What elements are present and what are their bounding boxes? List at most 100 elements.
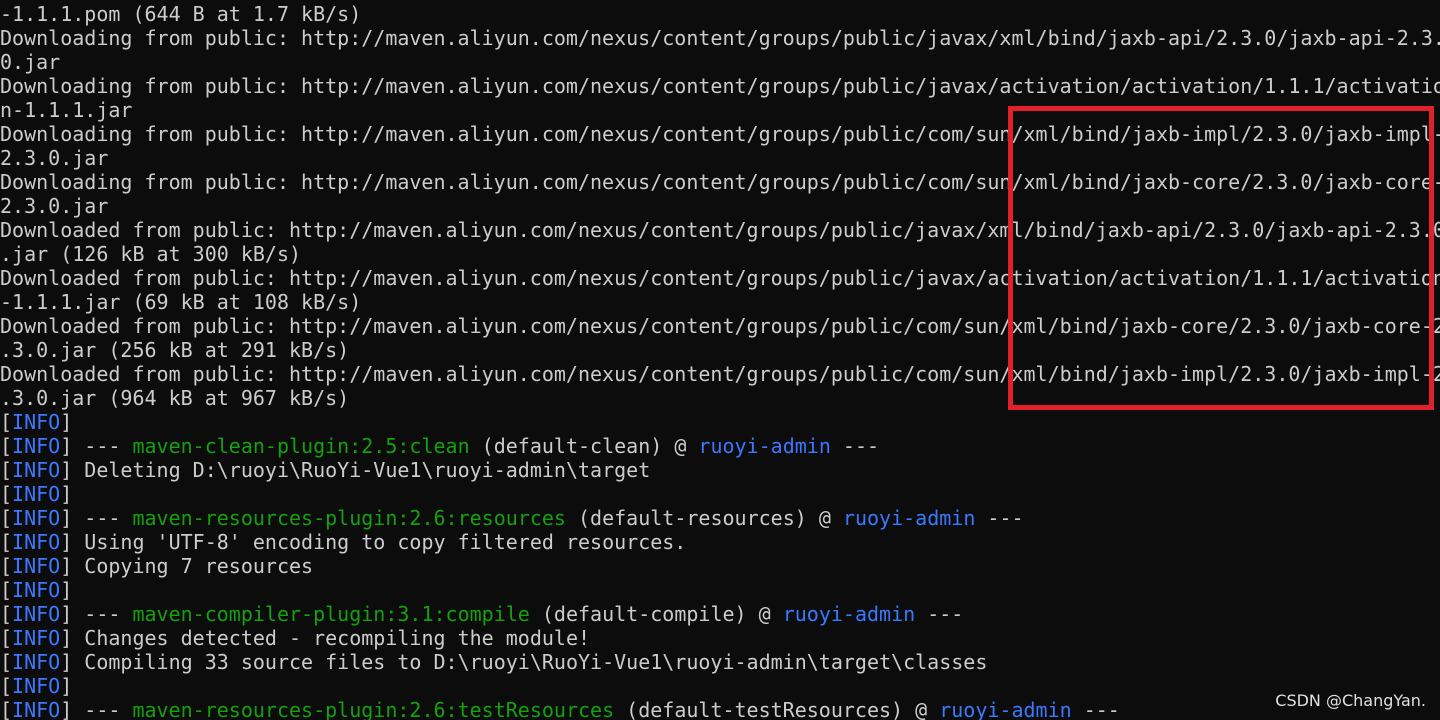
terminal-text: ] Changes detected - recompiling the mod… [60,626,591,650]
terminal-text: --- [975,506,1024,530]
terminal-text: ] --- [60,698,133,720]
terminal-line: [INFO] --- maven-clean-plugin:2.5:clean … [0,434,879,458]
terminal-line: [INFO] Copying 7 resources [0,554,313,578]
info-tag: INFO [12,650,61,674]
terminal-text: n-1.1.1.jar [0,98,133,122]
terminal-text: 0.jar [0,50,61,74]
terminal-text: Downloading from public: http://maven.al… [0,122,1440,146]
terminal-text: [ [0,650,13,674]
terminal-text: ] Copying 7 resources [60,554,314,578]
terminal-text: ] --- [60,434,133,458]
terminal-text: [ [0,434,13,458]
info-tag: INFO [12,554,61,578]
terminal-text: ] Compiling 33 source files to D:\ruoyi\… [60,650,988,674]
terminal-line: [INFO] --- maven-compiler-plugin:3.1:com… [0,602,963,626]
terminal-text: [ [0,674,13,698]
terminal-line: [INFO] Deleting D:\ruoyi\RuoYi-Vue1\ruoy… [0,458,650,482]
terminal-text: .3.0.jar (256 kB at 291 kB/s) [0,338,350,362]
artifact-name: ruoyi-admin [939,698,1072,720]
plugin-name: maven-compiler-plugin:3.1:compile [132,602,530,626]
terminal-text: Downloaded from public: http://maven.ali… [0,362,1440,386]
terminal-text: 2.3.0.jar [0,146,109,170]
terminal-text: ] [60,674,73,698]
terminal-text: --- [915,602,964,626]
terminal-text: [ [0,530,13,554]
info-tag: INFO [12,506,61,530]
info-tag: INFO [12,674,61,698]
terminal-text: (default-compile) @ [529,602,783,626]
terminal-line: 0.jar [0,50,60,74]
plugin-name: maven-resources-plugin:2.6:testResources [132,698,615,720]
info-tag: INFO [12,578,61,602]
terminal-line: [INFO] Using 'UTF-8' encoding to copy fi… [0,530,686,554]
terminal-line: Downloading from public: http://maven.al… [0,74,1440,98]
terminal-text: ] [60,578,73,602]
info-tag: INFO [12,482,61,506]
terminal-text: --- [1071,698,1120,720]
terminal-line: Downloaded from public: http://maven.ali… [0,362,1440,386]
info-tag: INFO [12,434,61,458]
terminal-line: [INFO] [0,410,72,434]
watermark: CSDN @ChangYan. [1275,691,1426,710]
terminal-line: 2.3.0.jar [0,194,108,218]
terminal-text: ] [60,410,73,434]
terminal-text: Downloading from public: http://maven.al… [0,26,1440,50]
terminal-text: [ [0,626,13,650]
terminal-text: ] --- [60,602,133,626]
terminal-text: (default-resources) @ [565,506,843,530]
info-tag: INFO [12,458,61,482]
terminal-text: Downloaded from public: http://maven.ali… [0,218,1440,242]
terminal-line: Downloaded from public: http://maven.ali… [0,314,1440,338]
terminal-text: --- [830,434,880,458]
terminal-line: [INFO] --- maven-resources-plugin:2.6:re… [0,506,1024,530]
terminal-text: 2.3.0.jar [0,194,109,218]
terminal-line: [INFO] [0,578,72,602]
terminal-line: Downloading from public: http://maven.al… [0,122,1440,146]
terminal-text: -1.1.1.jar (69 kB at 108 kB/s) [0,290,362,314]
terminal-line: [INFO] [0,482,72,506]
terminal-text: ] --- [60,506,133,530]
terminal-text: [ [0,554,13,578]
terminal-line: Downloading from public: http://maven.al… [0,26,1440,50]
terminal-text: [ [0,698,13,720]
terminal-text: ] Using 'UTF-8' encoding to copy filtere… [60,530,687,554]
terminal-line: .3.0.jar (964 kB at 967 kB/s) [0,386,349,410]
plugin-name: maven-resources-plugin:2.6:resources [132,506,566,530]
terminal-output[interactable]: -1.1.1.pom (644 B at 1.7 kB/s) Downloadin… [0,0,1440,720]
terminal-text: (default-testResources) @ [614,698,940,720]
terminal-text: ] [60,482,73,506]
terminal-text: [ [0,602,13,626]
terminal-line: Downloading from public: http://maven.al… [0,170,1440,194]
info-tag: INFO [12,626,61,650]
terminal-line: [INFO] Compiling 33 source files to D:\r… [0,650,987,674]
info-tag: INFO [12,530,61,554]
terminal-text: [ [0,506,13,530]
terminal-text: (default-clean) @ [469,434,699,458]
terminal-text: .jar (126 kB at 300 kB/s) [0,242,302,266]
terminal-text: [ [0,410,13,434]
terminal-line: [INFO] --- maven-resources-plugin:2.6:te… [0,698,1120,720]
terminal-text: -1.1.1.pom (644 B at 1.7 kB/s) [0,2,362,26]
terminal-text: [ [0,578,13,602]
terminal-text: Downloading from public: http://maven.al… [0,170,1440,194]
terminal-text: .3.0.jar (964 kB at 967 kB/s) [0,386,350,410]
terminal-line: 2.3.0.jar [0,146,108,170]
plugin-name: maven-clean-plugin:2.5:clean [132,434,470,458]
terminal-line: -1.1.1.jar (69 kB at 108 kB/s) [0,290,361,314]
terminal-text: [ [0,482,13,506]
terminal-line: .3.0.jar (256 kB at 291 kB/s) [0,338,349,362]
info-tag: INFO [12,410,61,434]
artifact-name: ruoyi-admin [842,506,976,530]
terminal-text: Downloaded from public: http://maven.ali… [0,266,1440,290]
terminal-line: n-1.1.1.jar [0,98,132,122]
terminal-line: [INFO] [0,674,72,698]
terminal-text: Downloaded from public: http://maven.ali… [0,314,1440,338]
terminal-line: [INFO] Changes detected - recompiling th… [0,626,590,650]
artifact-name: ruoyi-admin [698,434,831,458]
info-tag: INFO [12,602,61,626]
terminal-text: Downloading from public: http://maven.al… [0,74,1440,98]
terminal-text: ] Deleting D:\ruoyi\RuoYi-Vue1\ruoyi-adm… [60,458,651,482]
artifact-name: ruoyi-admin [782,602,916,626]
info-tag: INFO [12,698,61,720]
terminal-line: -1.1.1.pom (644 B at 1.7 kB/s) [0,2,361,26]
